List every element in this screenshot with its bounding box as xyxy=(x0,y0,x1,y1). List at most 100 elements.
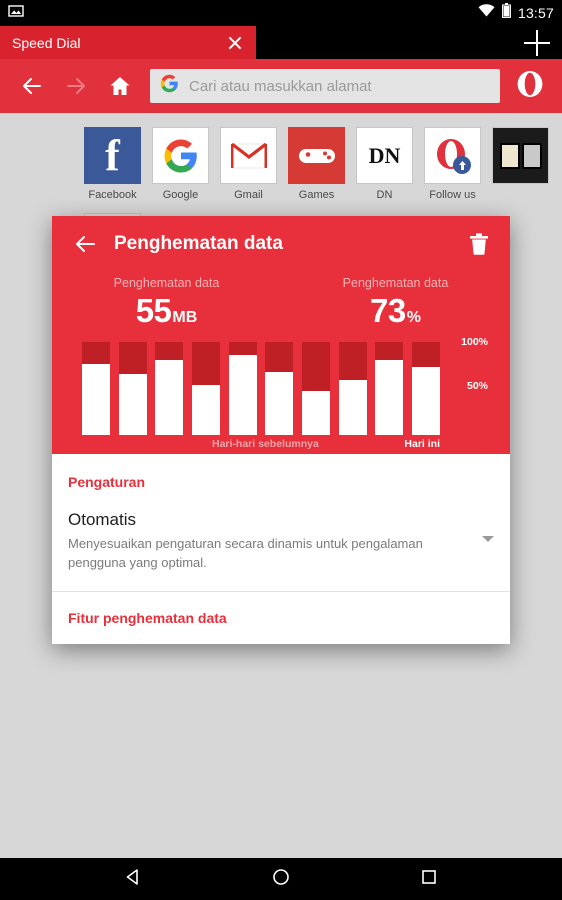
chart-bar xyxy=(118,342,147,435)
chart-bar-fill xyxy=(191,384,220,435)
browser-tab[interactable]: Speed Dial xyxy=(0,26,256,59)
google-g-icon xyxy=(160,74,179,98)
chart-bar xyxy=(301,342,330,435)
stat-data-saved: Penghematan data 55MB xyxy=(52,276,281,330)
triangle-back-icon xyxy=(124,868,142,891)
news-icon xyxy=(492,127,549,184)
stats-row: Penghematan data 55MB Penghematan data 7… xyxy=(52,272,510,332)
dn-glyph: DN xyxy=(368,142,401,168)
stat-percent-saved: Penghematan data 73% xyxy=(281,276,510,330)
back-button[interactable] xyxy=(12,66,52,106)
url-bar[interactable]: Cari atau masukkan alamat xyxy=(150,69,500,103)
chart-y-axis: 100% 50% xyxy=(442,336,492,435)
y-tick-100: 100% xyxy=(461,336,488,348)
device-screen: 13:57 Speed Dial Cari atau masukkan alam… xyxy=(0,0,562,900)
dialog-header: Penghematan data Penghematan data 55MB P… xyxy=(52,216,510,454)
delete-button[interactable] xyxy=(464,229,494,259)
nav-home-button[interactable] xyxy=(266,864,296,894)
stat-unit: MB xyxy=(172,309,198,326)
news-thumb-b xyxy=(521,142,542,169)
google-g-icon xyxy=(152,127,209,184)
stat-label: Penghematan data xyxy=(342,276,449,290)
chart-bar-fill xyxy=(265,371,294,435)
facebook-glyph: f xyxy=(105,130,120,180)
chevron-down-icon[interactable] xyxy=(482,536,494,542)
stat-unit: % xyxy=(406,309,421,326)
chart-bar-fill xyxy=(82,364,110,435)
stat-value: 73% xyxy=(281,292,510,330)
chart-bar-fill xyxy=(301,391,330,435)
stat-number: 73 xyxy=(370,292,406,329)
chart-bar xyxy=(82,342,110,435)
chart-bar-fill xyxy=(375,359,404,435)
search-input[interactable]: Cari atau masukkan alamat xyxy=(189,78,372,95)
wifi-icon xyxy=(478,4,495,22)
android-nav-bar xyxy=(0,858,562,900)
y-tick-50: 50% xyxy=(466,380,488,392)
mode-description: Menyesuaikan pengaturan secara dinamis u… xyxy=(68,536,423,570)
chart-bar-fill xyxy=(118,373,147,435)
speed-dial-tile-games[interactable]: Games xyxy=(288,127,345,201)
gmail-icon xyxy=(220,127,277,184)
tile-label: Games xyxy=(298,189,335,201)
chart-bar-fill xyxy=(155,359,184,435)
stat-number: 55 xyxy=(135,292,172,329)
speed-dial-tile-follow-us[interactable]: Follow us xyxy=(424,127,481,201)
settings-heading: Pengaturan xyxy=(68,474,146,490)
image-icon xyxy=(8,3,24,24)
home-button[interactable] xyxy=(100,66,140,106)
chart-bar xyxy=(191,342,220,435)
browser-toolbar: Cari atau masukkan alamat xyxy=(0,59,562,113)
stat-label: Penghematan data xyxy=(113,276,220,290)
close-icon[interactable] xyxy=(226,34,244,52)
battery-icon xyxy=(502,3,511,23)
dialog-toolbar: Penghematan data xyxy=(52,216,510,272)
dialog-back-button[interactable] xyxy=(68,227,102,261)
chart-bar xyxy=(338,342,367,435)
facebook-icon: f xyxy=(84,127,141,184)
x-label-today: Hari ini xyxy=(404,438,440,450)
stat-value: 55MB xyxy=(52,292,281,330)
opera-menu-button[interactable] xyxy=(510,66,550,106)
speed-dial-tile-news[interactable] xyxy=(492,127,549,201)
dialog-title: Penghematan data xyxy=(114,233,283,254)
status-right: 13:57 xyxy=(478,3,554,23)
tile-label: Google xyxy=(162,189,199,201)
mode-text: Otomatis Menyesuaikan pengaturan secara … xyxy=(68,510,482,573)
chart-bar xyxy=(155,342,184,435)
data-savings-dialog: Penghematan data Penghematan data 55MB P… xyxy=(52,216,510,644)
savings-chart: 100% 50% Hari-hari sebelumnya Hari ini xyxy=(82,336,492,454)
status-left xyxy=(8,3,24,24)
opera-follow-icon xyxy=(424,127,481,184)
news-thumb-a xyxy=(499,142,520,169)
nav-back-button[interactable] xyxy=(118,864,148,894)
dialog-body: Pengaturan Otomatis Menyesuaikan pengatu… xyxy=(52,454,510,644)
mode-title: Otomatis xyxy=(68,510,137,529)
tile-label: Facebook xyxy=(88,189,137,201)
new-tab-button[interactable] xyxy=(524,30,550,56)
chart-bar xyxy=(228,342,257,435)
android-status-bar: 13:57 xyxy=(0,0,562,26)
mode-row[interactable]: Otomatis Menyesuaikan pengaturan secara … xyxy=(52,500,510,591)
speed-dial-tile-gmail[interactable]: Gmail xyxy=(220,127,277,201)
tab-title: Speed Dial xyxy=(12,34,81,51)
speed-dial-tile-google[interactable]: Google xyxy=(152,127,209,201)
status-clock: 13:57 xyxy=(517,5,554,21)
nav-recents-button[interactable] xyxy=(414,864,444,894)
chart-bar-fill xyxy=(338,380,367,435)
speed-dial-tile-facebook[interactable]: f Facebook xyxy=(84,127,141,201)
chart-bar-fill xyxy=(411,367,440,435)
data-savings-features-link[interactable]: Fitur penghematan data xyxy=(52,592,510,644)
tile-label: Gmail xyxy=(234,189,263,201)
square-recents-icon xyxy=(421,869,437,890)
tab-strip: Speed Dial xyxy=(0,26,562,59)
chart-x-labels: Hari-hari sebelumnya Hari ini xyxy=(82,438,440,450)
circle-home-icon xyxy=(272,868,290,891)
chart-bar xyxy=(375,342,404,435)
tile-label: Follow us xyxy=(429,189,476,201)
tile-label: DN xyxy=(376,189,393,201)
chart-bars xyxy=(82,342,440,435)
speed-dial-tile-dn[interactable]: DN DN xyxy=(356,127,413,201)
x-label-previous-days: Hari-hari sebelumnya xyxy=(212,438,319,450)
opera-logo-icon xyxy=(516,70,544,103)
